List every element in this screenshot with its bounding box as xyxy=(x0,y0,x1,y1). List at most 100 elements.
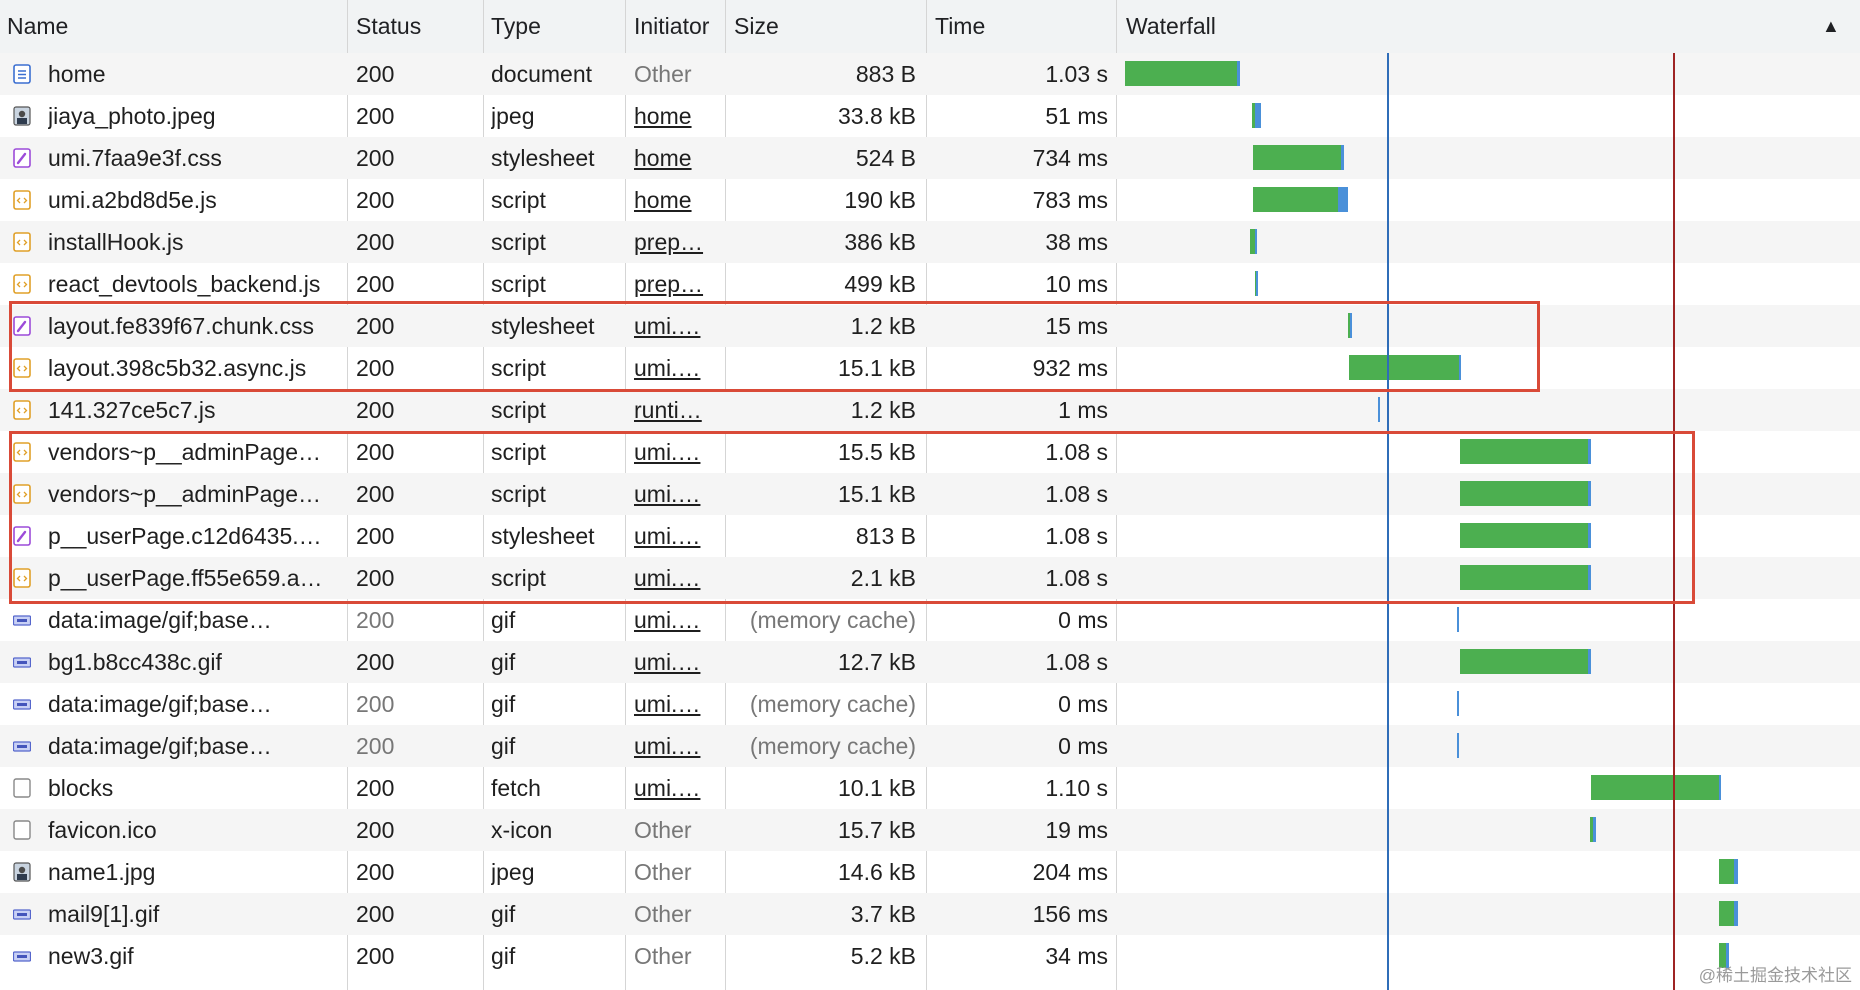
waterfall-cell xyxy=(1118,137,1860,179)
gif-icon xyxy=(13,904,31,924)
gif-icon xyxy=(13,610,31,630)
column-header-waterfall[interactable]: Waterfall xyxy=(1119,0,1779,53)
waterfall-cell xyxy=(1118,179,1860,221)
waterfall-cell xyxy=(1118,95,1860,137)
waterfall-receiving-bar xyxy=(1457,607,1460,632)
transfer-size: 33.8 kB xyxy=(838,103,916,129)
table-row[interactable]: mail9[1].gif 200 gif Other 3.7 kB 156 ms xyxy=(0,893,1860,935)
table-row[interactable]: umi.a2bd8d5e.js 200 script home 190 kB 783 ms xyxy=(0,179,1860,221)
initiator-text: Other xyxy=(634,859,692,885)
initiator-link[interactable]: umi.… xyxy=(634,725,714,767)
column-header-time[interactable]: Time xyxy=(928,0,1116,53)
table-row[interactable]: favicon.ico 200 x-icon Other 15.7 kB 19 ms xyxy=(0,809,1860,851)
fetch-icon xyxy=(13,778,31,798)
request-time: 1.10 s xyxy=(1045,775,1108,801)
script-icon xyxy=(13,232,31,252)
waterfall-receiving-bar xyxy=(1457,733,1460,758)
table-row[interactable]: umi.7faa9e3f.css 200 stylesheet home 524 B 73… xyxy=(0,137,1860,179)
initiator-link[interactable]: home xyxy=(634,95,714,137)
column-header-size[interactable]: Size xyxy=(727,0,926,53)
status-code: 200 xyxy=(356,103,395,129)
table-row[interactable]: data:image/gif;base… 200 gif umi.… (memory c… xyxy=(0,599,1860,641)
request-name: react_devtools_backend.js xyxy=(48,271,321,297)
watermark: @稀土掘金技术社区 xyxy=(1698,966,1852,985)
initiator-link[interactable]: umi.… xyxy=(634,641,714,683)
status-code: 200 xyxy=(356,229,395,255)
transfer-size: 10.1 kB xyxy=(838,775,916,801)
image-icon xyxy=(13,862,31,882)
script-icon xyxy=(13,190,31,210)
request-time: 1 ms xyxy=(1058,397,1108,423)
status-code: 200 xyxy=(356,817,395,843)
sort-ascending-icon[interactable]: ▲ xyxy=(1815,0,1855,53)
column-header-name[interactable]: Name xyxy=(0,0,347,53)
request-time: 1.08 s xyxy=(1045,649,1108,675)
waterfall-cell xyxy=(1118,683,1860,725)
waterfall-receiving-bar xyxy=(1255,103,1262,128)
request-time: 34 ms xyxy=(1045,943,1108,969)
request-name: home xyxy=(48,61,106,87)
table-row[interactable]: 141.327ce5c7.js 200 script runti… 1.2 kB 1 ms xyxy=(0,389,1860,431)
table-row[interactable]: installHook.js 200 script prep… 386 kB 38 ms xyxy=(0,221,1860,263)
request-type: jpeg xyxy=(491,859,535,885)
request-type: fetch xyxy=(491,775,541,801)
status-code: 200 xyxy=(356,397,395,423)
request-time: 10 ms xyxy=(1045,271,1108,297)
table-row[interactable]: home 200 document Other 883 B 1.03 s xyxy=(0,53,1860,95)
gif-icon xyxy=(13,946,31,966)
initiator-link[interactable]: umi.… xyxy=(634,683,714,725)
table-row[interactable]: data:image/gif;base… 200 gif umi.… (memory c… xyxy=(0,725,1860,767)
fetch-icon xyxy=(13,820,31,840)
gif-icon xyxy=(13,652,31,672)
request-type: document xyxy=(491,61,593,87)
waterfall-waiting-bar xyxy=(1719,859,1734,884)
request-type: gif xyxy=(491,943,516,969)
initiator-link[interactable]: prep… xyxy=(634,221,714,263)
image-icon xyxy=(13,106,31,126)
initiator-link[interactable]: umi.… xyxy=(634,767,714,809)
table-row[interactable]: data:image/gif;base… 200 gif umi.… (memory c… xyxy=(0,683,1860,725)
request-name: data:image/gif;base… xyxy=(48,691,272,717)
column-header-initiator[interactable]: Initiator xyxy=(627,0,724,53)
request-name: new3.gif xyxy=(48,943,134,969)
status-code: 200 xyxy=(356,61,395,87)
transfer-size: 5.2 kB xyxy=(850,943,916,969)
initiator-text: Other xyxy=(634,817,692,843)
initiator-link[interactable]: home xyxy=(634,179,714,221)
table-row[interactable]: new3.gif 200 gif Other 5.2 kB 34 ms xyxy=(0,935,1860,977)
waterfall-waiting-bar xyxy=(1590,775,1719,800)
document-icon xyxy=(13,64,31,84)
waterfall-receiving-bar xyxy=(1588,649,1592,674)
table-row[interactable]: bg1.b8cc438c.gif 200 gif umi.… 12.7 kB 1.08 s xyxy=(0,641,1860,683)
table-header: Name Status Type Initiator Size Time Wat… xyxy=(0,0,1860,54)
table-row[interactable]: react_devtools_backend.js 200 script prep… 4… xyxy=(0,263,1860,305)
table-row[interactable]: blocks 200 fetch umi.… 10.1 kB 1.10 s xyxy=(0,767,1860,809)
column-header-type[interactable]: Type xyxy=(484,0,625,53)
waterfall-receiving-bar xyxy=(1338,187,1348,212)
highlight-box-page-chunks xyxy=(9,431,1695,604)
highlight-box-layout-chunks xyxy=(9,301,1540,392)
table-row[interactable]: jiaya_photo.jpeg 200 jpeg home 33.8 kB 51 ms xyxy=(0,95,1860,137)
waterfall-receiving-bar xyxy=(1254,229,1257,254)
request-time: 0 ms xyxy=(1058,607,1108,633)
waterfall-cell xyxy=(1118,767,1860,809)
initiator-link[interactable]: home xyxy=(634,137,714,179)
request-name: jiaya_photo.jpeg xyxy=(48,103,216,129)
initiator-link[interactable]: umi.… xyxy=(634,599,714,641)
request-type: gif xyxy=(491,733,516,759)
waterfall-waiting-bar xyxy=(1253,145,1341,170)
table-row[interactable]: name1.jpg 200 jpeg Other 14.6 kB 204 ms xyxy=(0,851,1860,893)
network-request-table: Name Status Type Initiator Size Time Wat… xyxy=(0,0,1860,990)
request-name: blocks xyxy=(48,775,114,801)
status-code: 200 xyxy=(356,733,395,759)
request-type: script xyxy=(491,229,546,255)
waterfall-receiving-bar xyxy=(1733,901,1738,926)
initiator-link[interactable]: prep… xyxy=(634,263,714,305)
status-code: 200 xyxy=(356,145,395,171)
transfer-size: 14.6 kB xyxy=(838,859,916,885)
waterfall-cell xyxy=(1118,263,1860,305)
column-header-status[interactable]: Status xyxy=(349,0,484,53)
waterfall-cell xyxy=(1118,641,1860,683)
initiator-link[interactable]: runti… xyxy=(634,389,714,431)
transfer-size: 12.7 kB xyxy=(838,649,916,675)
